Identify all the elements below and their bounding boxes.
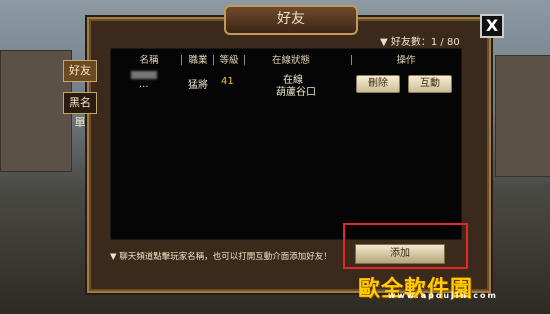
friend-count: ▼ 好友數：1 / 80 (380, 37, 460, 48)
friend-name-blurred (131, 71, 157, 79)
bg-building-left (0, 50, 72, 172)
friend-class: 猛將 (188, 80, 208, 91)
watermark-sub: www.apoujin.com (388, 291, 498, 300)
header-separator (244, 55, 245, 65)
header-actions: 操作 (396, 55, 416, 66)
tab-blacklist[interactable]: 黑名單 (63, 92, 97, 129)
bg-building-right (495, 55, 550, 177)
table-row[interactable]: ... 猛將 41 在線 葫蘆谷口 刪除 互動 (111, 69, 461, 98)
header-level: 等級 (219, 55, 239, 66)
header-class: 職業 (188, 55, 208, 66)
close-button[interactable]: X (480, 14, 504, 38)
delete-button[interactable]: 刪除 (356, 75, 400, 93)
friend-name[interactable]: ... (139, 79, 149, 90)
friend-level: 41 (221, 76, 234, 87)
header-name: 名稱 (139, 55, 159, 66)
dialog-title: 好友 (224, 5, 358, 35)
tab-friends[interactable]: 好友 (63, 60, 97, 82)
friend-location: 葫蘆谷口 (276, 87, 316, 98)
hint-text: ▼ 聊天頻道點擊玩家名稱，也可以打開互動介面添加好友！ (110, 252, 332, 262)
header-separator (213, 55, 214, 65)
header-separator (351, 55, 352, 65)
interact-button[interactable]: 互動 (408, 75, 452, 93)
header-separator (181, 55, 182, 65)
header-status: 在線狀態 (271, 55, 310, 66)
add-friend-button[interactable]: 添加 (355, 244, 445, 264)
friend-list: 名稱 職業 等級 在線狀態 操作 ... 猛將 41 在線 葫蘆谷口 刪除 互動 (110, 48, 462, 240)
watermark: 歐全軟件園 www.apoujin.com (358, 271, 542, 307)
list-header: 名稱 職業 等級 在線狀態 操作 (111, 52, 461, 66)
